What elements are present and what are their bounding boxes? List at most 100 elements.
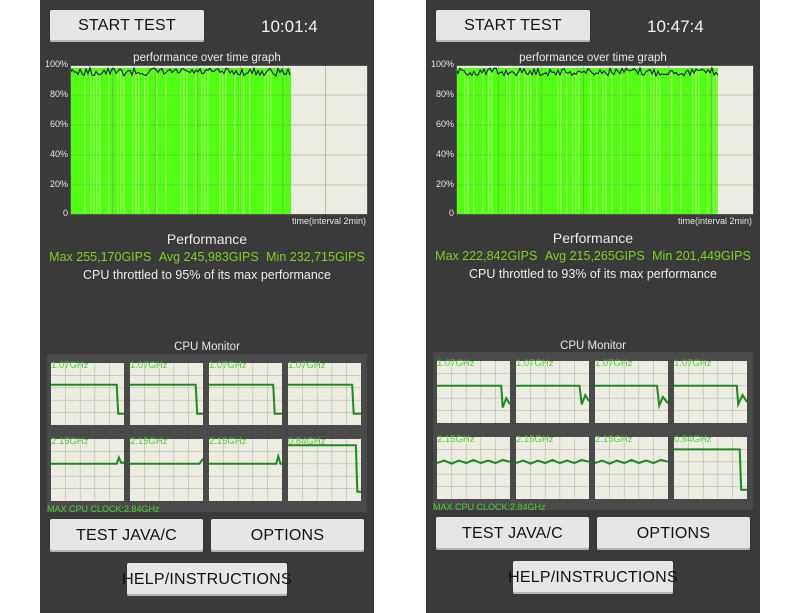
right-phone-screen: START TEST 10:47:4 performance over time… bbox=[426, 0, 760, 613]
performance-stripe bbox=[135, 71, 137, 215]
y-tick-0: 0 bbox=[448, 208, 454, 218]
performance-stripe bbox=[590, 71, 592, 215]
performance-stats: Max 222,842GIPS Avg 215,265GIPS Min 201,… bbox=[426, 249, 760, 263]
performance-stripe bbox=[578, 71, 580, 215]
performance-stripe bbox=[99, 71, 101, 215]
cpu-core-graph: 2.15GHz bbox=[51, 436, 124, 501]
performance-stripe bbox=[707, 71, 709, 215]
cpu-core-graph: 1.07GHz bbox=[674, 358, 747, 423]
cpu-core-graph: 1.07GHz bbox=[209, 360, 282, 425]
performance-stripe bbox=[180, 71, 182, 215]
core-graph-background bbox=[130, 363, 203, 425]
core-frequency-label: 0.84GHz bbox=[674, 434, 712, 445]
y-tick-0: 0 bbox=[62, 208, 68, 218]
performance-stripe bbox=[183, 71, 185, 215]
core-graph-background bbox=[516, 361, 589, 423]
performance-stripe bbox=[186, 71, 188, 215]
core-frequency-label: 2.15GHz bbox=[516, 434, 554, 445]
performance-stripe bbox=[695, 71, 697, 215]
performance-stripe bbox=[698, 71, 700, 215]
performance-stripe bbox=[147, 71, 149, 215]
core-frequency-label: 2.15GHz bbox=[437, 434, 475, 445]
test-java-c-button[interactable]: TEST JAVA/C bbox=[50, 519, 203, 552]
core-frequency-label: 2.15GHz bbox=[51, 436, 89, 447]
performance-stripe bbox=[270, 71, 272, 215]
core-frequency-label: 1.07GHz bbox=[437, 358, 475, 369]
y-tick-100: 100% bbox=[44, 59, 68, 69]
performance-stripe bbox=[96, 71, 98, 215]
cpu-core-graph: 2.15GHz bbox=[209, 436, 282, 501]
core-graph-background bbox=[51, 439, 124, 501]
performance-stripe bbox=[572, 71, 574, 215]
left-phone-screen: START TEST 10:01:4 performance over time… bbox=[40, 0, 374, 613]
cpu-monitor-title: CPU Monitor bbox=[174, 341, 240, 353]
cpu-core-graph: 2.15GHz bbox=[516, 434, 589, 499]
options-button[interactable]: OPTIONS bbox=[211, 519, 364, 552]
performance-stripe bbox=[219, 71, 221, 215]
graph-title: performance over time graph bbox=[519, 52, 667, 64]
y-tick-100: 100% bbox=[430, 59, 454, 69]
min-gips: Min 232,715GIPS bbox=[266, 250, 365, 264]
performance-stripe bbox=[201, 71, 203, 215]
performance-stripe bbox=[596, 71, 598, 215]
performance-stripe bbox=[506, 71, 508, 215]
performance-stripe bbox=[530, 71, 532, 215]
performance-stripe bbox=[144, 71, 146, 215]
throttle-text: CPU throttled to 93% of its max performa… bbox=[468, 267, 718, 281]
performance-stripe bbox=[716, 71, 718, 215]
performance-stripe bbox=[515, 71, 517, 215]
cpu-core-graph: 1.07GHz bbox=[595, 358, 668, 423]
performance-stripe bbox=[90, 71, 92, 215]
cpu-monitor-panel: 1.07GHz 1.07GHz 1.07GHz 1.07GHz 2.15GHz 2.15G… bbox=[433, 352, 753, 510]
cpu-core-graph: 1.07GHz bbox=[437, 358, 510, 423]
performance-stripe bbox=[117, 71, 119, 215]
core-frequency-label: 1.07GHz bbox=[209, 360, 247, 371]
performance-stripe bbox=[264, 71, 266, 215]
cpu-monitor-title: CPU Monitor bbox=[560, 340, 626, 352]
cpu-core-graph: 2.15GHz bbox=[595, 434, 668, 499]
performance-title: Performance bbox=[166, 231, 248, 247]
performance-stripe bbox=[518, 71, 520, 215]
help-instructions-button[interactable]: HELP/INSTRUCTIONS bbox=[508, 561, 678, 594]
performance-stripe bbox=[225, 71, 227, 215]
cpu-core-graph: 0.84GHz bbox=[674, 434, 747, 499]
max-gips: Max 255,170GIPS bbox=[49, 250, 152, 264]
performance-stripe bbox=[222, 71, 224, 215]
cpu-core-graph: 1.07GHz bbox=[130, 360, 203, 425]
core-graph-background bbox=[130, 439, 203, 501]
performance-stripe bbox=[566, 71, 568, 215]
performance-stripe bbox=[692, 71, 694, 215]
y-tick-80: 80% bbox=[435, 89, 454, 99]
core-graph-background bbox=[288, 439, 361, 501]
options-button[interactable]: OPTIONS bbox=[597, 517, 750, 550]
y-tick-60: 60% bbox=[49, 119, 68, 129]
performance-stripe bbox=[84, 71, 86, 215]
cpu-core-graph: 1.07GHz bbox=[516, 358, 589, 423]
performance-stripe bbox=[659, 71, 661, 215]
cpu-core-graph: 2.15GHz bbox=[437, 434, 510, 499]
performance-stripe bbox=[560, 71, 562, 215]
throttle-text: CPU throttled to 95% of its max performa… bbox=[82, 268, 332, 282]
performance-graph bbox=[456, 65, 754, 215]
test-java-c-button[interactable]: TEST JAVA/C bbox=[436, 517, 589, 550]
cpu-monitor-panel: 1.07GHz 1.07GHz 1.07GHz 1.07GHz 2.15GHz 2.15G… bbox=[47, 354, 367, 512]
performance-stripe bbox=[249, 71, 251, 215]
core-graph-background bbox=[437, 361, 510, 423]
core-frequency-label: 1.07GHz bbox=[516, 358, 554, 369]
performance-stripe bbox=[93, 71, 95, 215]
y-tick-40: 40% bbox=[49, 149, 68, 159]
start-test-button[interactable]: START TEST bbox=[436, 10, 590, 42]
performance-stripe bbox=[267, 71, 269, 215]
graph-title: performance over time graph bbox=[133, 52, 281, 64]
start-test-button[interactable]: START TEST bbox=[50, 10, 204, 42]
performance-stripe bbox=[488, 71, 490, 215]
performance-stripe bbox=[509, 71, 511, 215]
performance-stripe bbox=[644, 71, 646, 215]
core-frequency-label: 2.15GHz bbox=[209, 436, 247, 447]
help-instructions-button[interactable]: HELP/INSTRUCTIONS bbox=[122, 563, 292, 596]
performance-stripe bbox=[467, 71, 469, 215]
max-gips: Max 222,842GIPS bbox=[435, 249, 538, 263]
performance-stripe bbox=[680, 71, 682, 215]
core-frequency-label: 2.15GHz bbox=[595, 434, 633, 445]
performance-stripe bbox=[653, 71, 655, 215]
